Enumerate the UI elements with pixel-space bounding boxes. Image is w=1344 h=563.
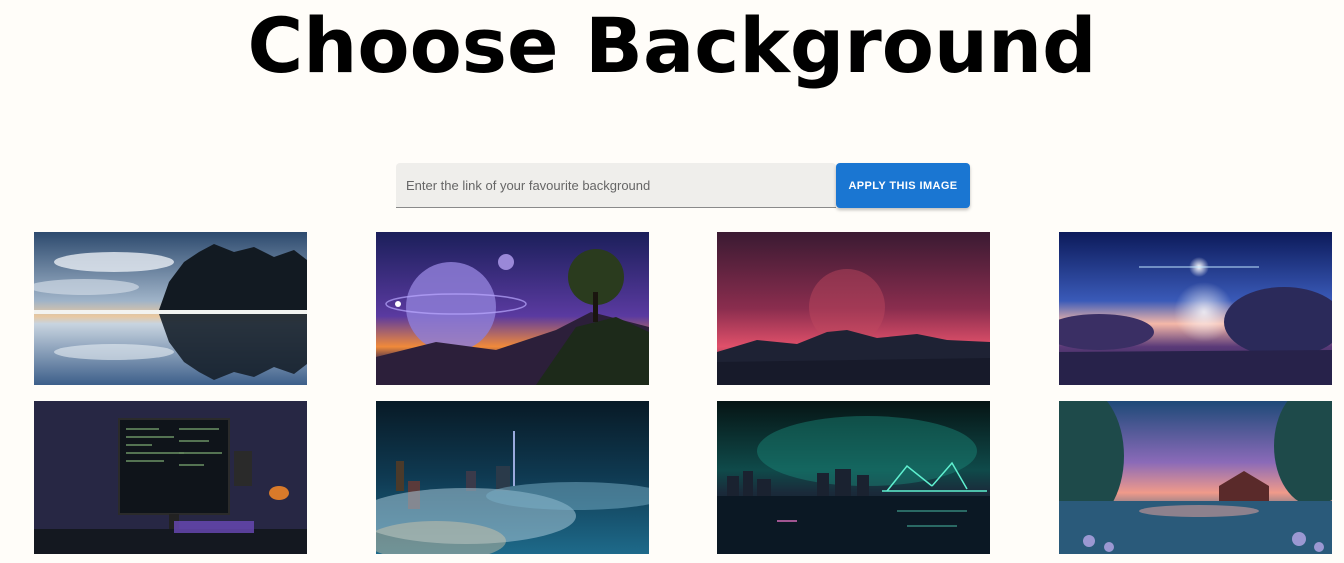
planet-sunset-image — [376, 232, 649, 385]
apply-image-button[interactable]: APPLY THIS IMAGE — [836, 163, 970, 208]
foggy-city-image — [376, 401, 649, 554]
moon-mountain-image — [717, 232, 990, 385]
coding-desk-image — [34, 401, 307, 554]
background-chooser-page: Choose Background APPLY THIS IMAGE — [0, 0, 1344, 563]
neon-bridge-image — [717, 401, 990, 554]
background-thumbnail-planet-sunset[interactable] — [376, 232, 649, 385]
background-thumbnail-foggy-city[interactable] — [376, 401, 649, 554]
background-thumbnail-star-clouds[interactable] — [1059, 232, 1332, 385]
background-thumbnail-neon-bridge[interactable] — [717, 401, 990, 554]
star-cloud-image — [1059, 232, 1332, 385]
fantasy-lake-image — [1059, 401, 1332, 554]
background-thumbnail-moon-mountains[interactable] — [717, 232, 990, 385]
background-thumbnail-lake-forest[interactable] — [34, 232, 307, 385]
page-title: Choose Background — [247, 1, 1097, 90]
background-link-input[interactable] — [396, 163, 836, 208]
background-thumbnail-fantasy-lake[interactable] — [1059, 401, 1332, 554]
background-thumbnail-coding-desk[interactable] — [34, 401, 307, 554]
link-form: APPLY THIS IMAGE — [396, 163, 970, 208]
lake-forest-image — [34, 232, 307, 385]
